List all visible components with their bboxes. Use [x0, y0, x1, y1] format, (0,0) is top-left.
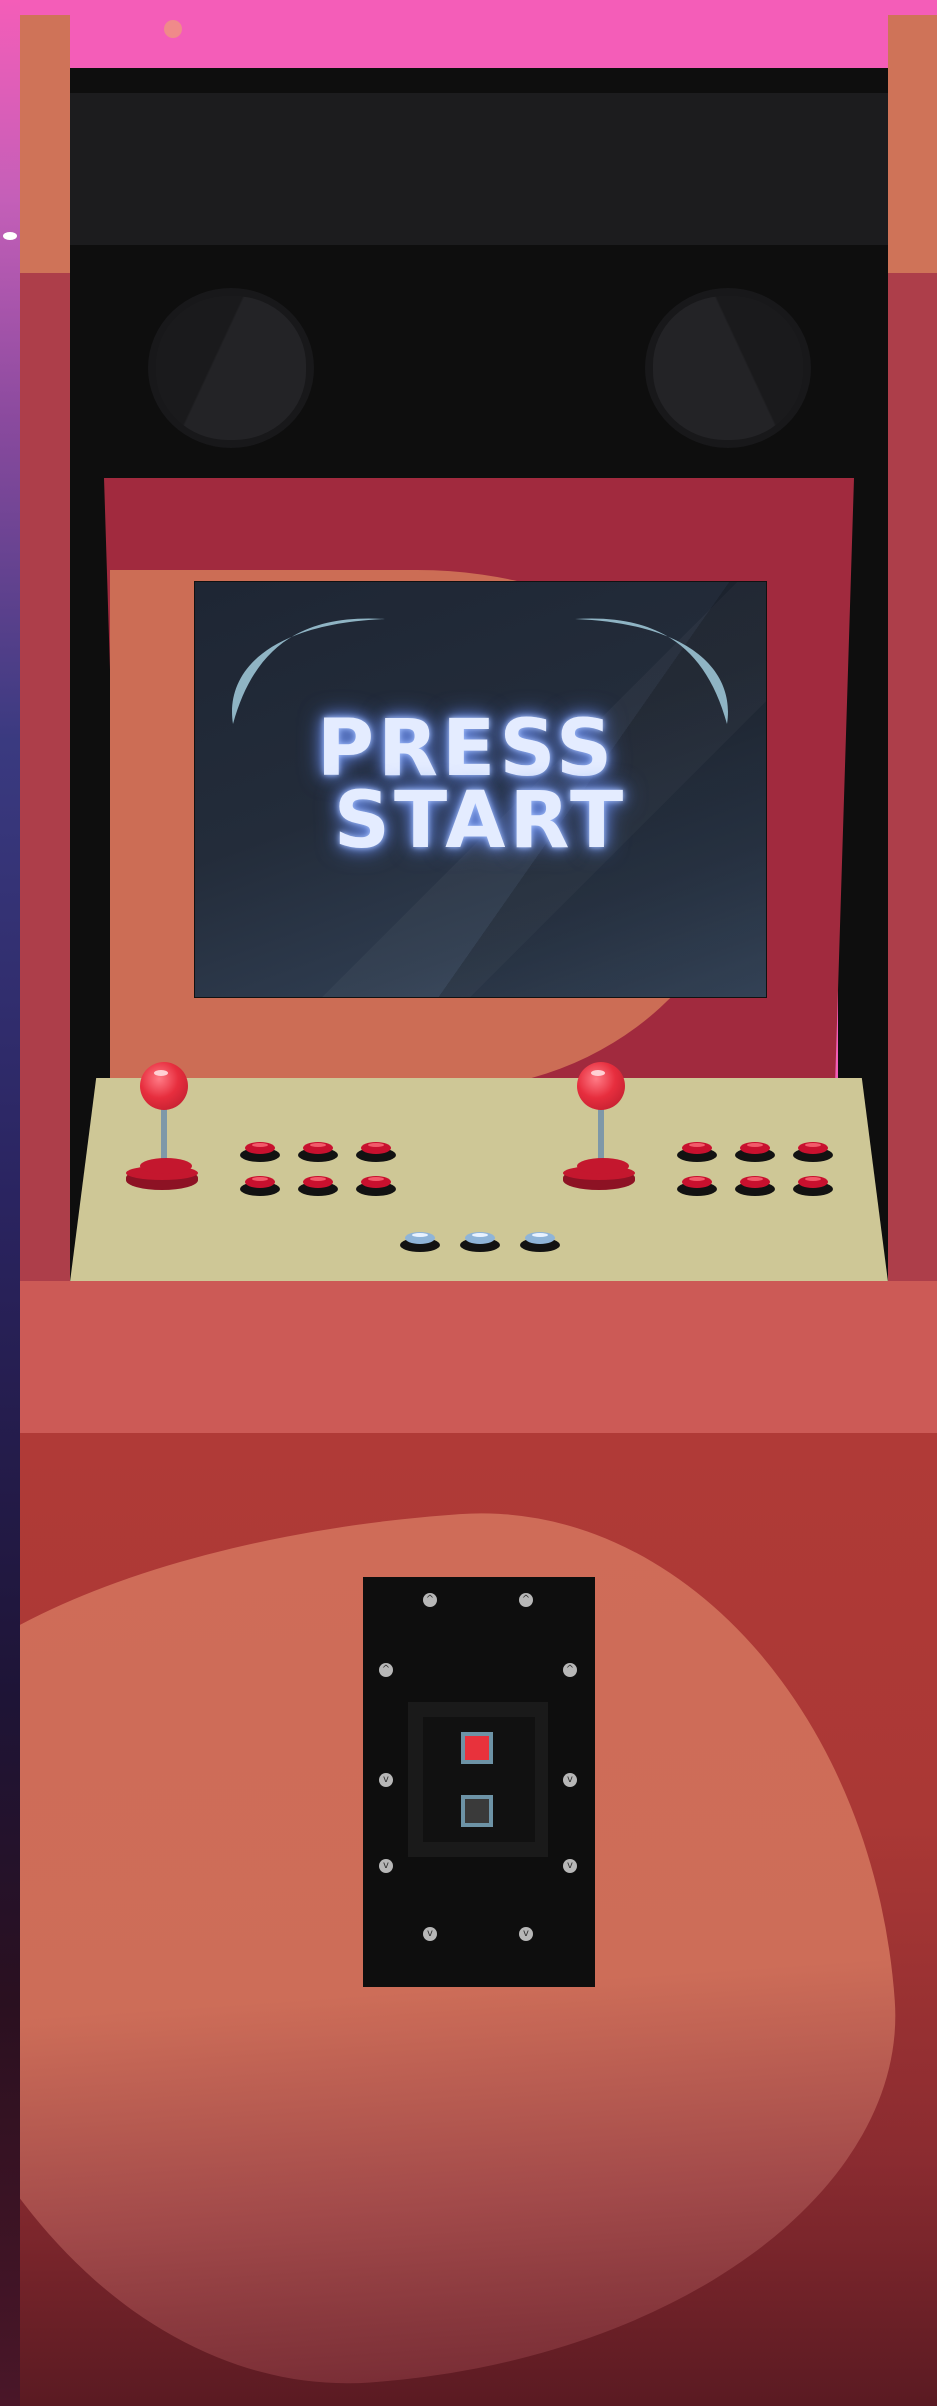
- cabinet-side-right-top: [888, 15, 937, 273]
- screw-icon: ^: [519, 1593, 533, 1607]
- screen-text-start: START: [333, 776, 628, 866]
- screw-icon: v: [379, 1859, 393, 1873]
- screw-icon: v: [563, 1859, 577, 1873]
- screw-icon: v: [423, 1927, 437, 1941]
- action-button-p1-3[interactable]: [356, 1142, 396, 1164]
- cabinet-side-right: [888, 273, 937, 1281]
- action-button-p2-1[interactable]: [677, 1142, 717, 1164]
- cabinet-side-left-top: [20, 15, 70, 273]
- background-star: [3, 232, 17, 240]
- screw-icon: ^: [379, 1663, 393, 1677]
- joystick-player-2[interactable]: [563, 1062, 643, 1202]
- action-button-p1-5[interactable]: [298, 1176, 338, 1198]
- background-scenery: [0, 0, 20, 2406]
- joystick-player-1[interactable]: [126, 1062, 206, 1202]
- coin-slot-1[interactable]: [461, 1732, 493, 1764]
- action-button-p2-2[interactable]: [735, 1142, 775, 1164]
- action-button-p2-5[interactable]: [735, 1176, 775, 1198]
- action-button-p1-1[interactable]: [240, 1142, 280, 1164]
- start-button-3[interactable]: [520, 1232, 560, 1254]
- cabinet-side-left: [20, 273, 70, 1281]
- start-button-2[interactable]: [460, 1232, 500, 1254]
- speaker-left: [148, 288, 314, 448]
- action-button-p1-2[interactable]: [298, 1142, 338, 1164]
- game-screen[interactable]: PRESS START: [194, 581, 767, 998]
- action-button-p2-6[interactable]: [793, 1176, 833, 1198]
- screw-icon: v: [519, 1927, 533, 1941]
- screw-icon: v: [379, 1773, 393, 1787]
- speaker-right: [645, 288, 811, 448]
- action-button-p1-6[interactable]: [356, 1176, 396, 1198]
- start-button-1[interactable]: [400, 1232, 440, 1254]
- cabinet-ledge: [20, 1281, 937, 1433]
- screw-icon: ^: [423, 1593, 437, 1607]
- background-dot: [164, 20, 182, 38]
- coin-slot-2[interactable]: [461, 1795, 493, 1827]
- screw-icon: ^: [563, 1663, 577, 1677]
- action-button-p2-4[interactable]: [677, 1176, 717, 1198]
- marquee-panel: [70, 93, 888, 245]
- screw-icon: v: [563, 1773, 577, 1787]
- action-button-p2-3[interactable]: [793, 1142, 833, 1164]
- action-button-p1-4[interactable]: [240, 1176, 280, 1198]
- coin-door[interactable]: ^ ^ ^ ^ v v v v v v: [363, 1577, 595, 1987]
